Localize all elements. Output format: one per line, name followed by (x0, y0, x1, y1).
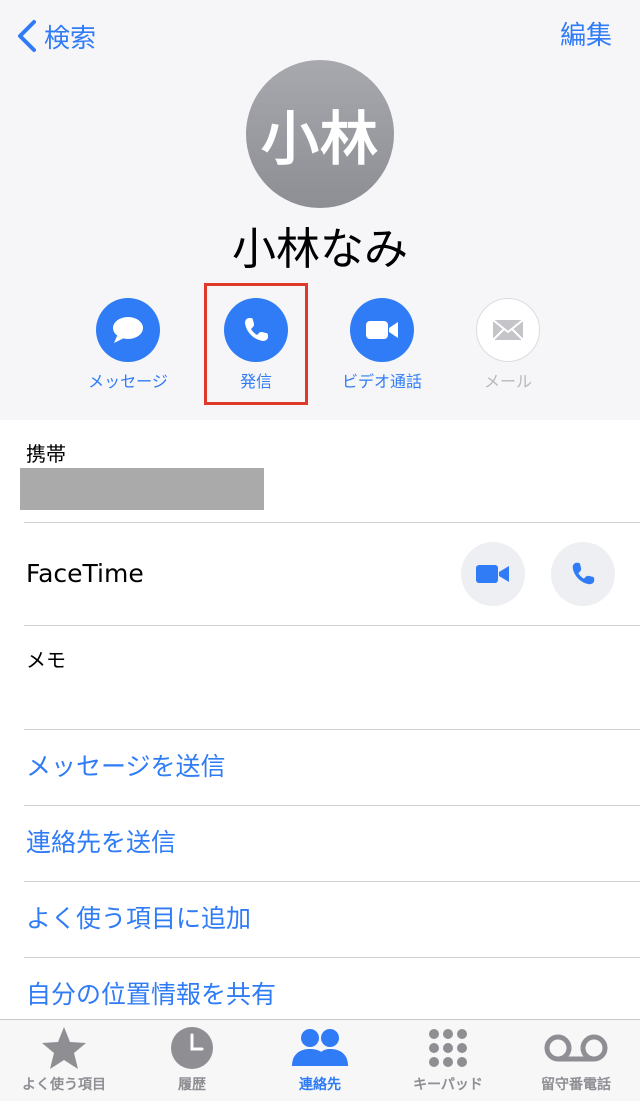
tab-contacts-label: 連絡先 (299, 1077, 341, 1093)
mail-action-label: メール (483, 372, 532, 391)
call-highlight-box (204, 283, 308, 405)
facetime-video-button[interactable] (461, 542, 525, 606)
clock-icon (171, 1027, 213, 1069)
tab-keypad[interactable]: キーパッド (384, 1020, 512, 1101)
tab-favorites-label: よく使う項目 (22, 1077, 106, 1093)
voicemail-icon (544, 1034, 608, 1062)
mobile-number-row[interactable]: 携帯 (0, 420, 640, 523)
tab-recents[interactable]: 履歴 (128, 1020, 256, 1101)
edit-button[interactable]: 編集 (560, 16, 612, 56)
keypad-icon (429, 1029, 467, 1067)
people-icon (292, 1029, 348, 1066)
tab-voicemail-label: 留守番電話 (541, 1077, 611, 1093)
phone-icon (572, 562, 595, 585)
send-message-link[interactable]: メッセージを送信 (0, 730, 640, 806)
tab-bar: よく使う項目 履歴 連絡先 キーパッド 留守番電話 (0, 1019, 640, 1101)
contact-header: 検索 編集 小林 小林なみ メッセージ 発信 ビデオ通話 メール (0, 0, 640, 420)
share-contact-link[interactable]: 連絡先を送信 (0, 806, 640, 882)
back-button-label: 検索 (44, 23, 97, 54)
mail-envelope-icon (476, 298, 540, 362)
share-contact-label: 連絡先を送信 (26, 828, 177, 857)
chevron-left-icon (18, 20, 36, 52)
tab-favorites[interactable]: よく使う項目 (0, 1020, 128, 1101)
tab-recents-label: 履歴 (178, 1077, 206, 1093)
tab-keypad-label: キーパッド (413, 1077, 483, 1093)
facetime-row: FaceTime (0, 523, 640, 626)
send-message-label: メッセージを送信 (26, 752, 226, 781)
message-bubble-icon (96, 298, 160, 362)
memo-row[interactable]: メモ (0, 626, 640, 730)
message-action-label: メッセージ (88, 372, 168, 391)
video-camera-icon (476, 565, 509, 583)
message-action-button[interactable]: メッセージ (65, 298, 191, 392)
facetime-audio-button[interactable] (551, 542, 615, 606)
add-to-favorites-label: よく使う項目に追加 (26, 904, 252, 933)
video-call-action-button[interactable]: ビデオ通話 (319, 298, 445, 392)
video-call-action-label: ビデオ通話 (341, 372, 422, 391)
avatar: 小林 (246, 60, 394, 208)
mobile-label: 携帯 (26, 442, 66, 466)
share-location-label: 自分の位置情報を共有 (26, 980, 277, 1009)
video-camera-icon (350, 298, 414, 362)
facetime-label: FaceTime (26, 559, 144, 588)
tab-voicemail[interactable]: 留守番電話 (512, 1020, 640, 1101)
memo-label: メモ (26, 648, 66, 672)
mail-action-button[interactable]: メール (445, 298, 571, 392)
star-icon (42, 1027, 86, 1069)
back-button[interactable]: 検索 (12, 16, 96, 56)
tab-contacts[interactable]: 連絡先 (256, 1020, 384, 1101)
contact-name: 小林なみ (232, 224, 408, 275)
add-to-favorites-link[interactable]: よく使う項目に追加 (0, 882, 640, 958)
redacted-phone-number (20, 468, 264, 510)
